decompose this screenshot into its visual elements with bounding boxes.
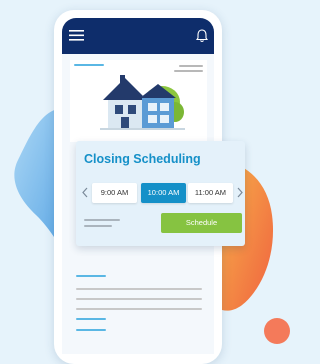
text-line (74, 64, 104, 66)
text-line (76, 308, 202, 310)
bell-icon[interactable] (196, 29, 208, 43)
text-line (179, 65, 203, 67)
time-slot-9am[interactable]: 9:00 AM (92, 183, 137, 203)
text-line (76, 275, 106, 277)
card-title: Closing Scheduling (84, 152, 201, 166)
orange-dot (264, 318, 290, 344)
text-line (76, 288, 202, 290)
text-line (76, 329, 106, 331)
time-slot-11am[interactable]: 11:00 AM (188, 183, 233, 203)
chevron-left-icon[interactable] (82, 187, 88, 198)
text-line (76, 298, 202, 300)
chevron-right-icon[interactable] (237, 187, 243, 198)
listing-card (70, 60, 207, 142)
app-header (62, 18, 214, 54)
text-line (84, 225, 112, 227)
closing-scheduling-card: Closing Scheduling 9:00 AM 10:00 AM 11:0… (76, 141, 245, 246)
hamburger-menu-icon[interactable] (69, 30, 84, 41)
time-slot-10am[interactable]: 10:00 AM (141, 183, 186, 203)
text-line (84, 219, 120, 221)
schedule-button[interactable]: Schedule (161, 213, 242, 233)
house-illustration (100, 72, 185, 134)
text-line (76, 318, 106, 320)
